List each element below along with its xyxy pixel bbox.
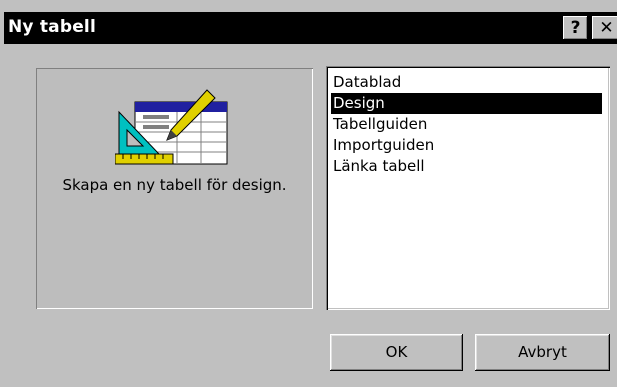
list-item-lanka-tabell[interactable]: Länka tabell xyxy=(331,156,425,177)
table-type-listbox[interactable]: Datablad Design Tabellguiden Importguide… xyxy=(326,66,610,310)
help-button[interactable]: ? xyxy=(563,16,588,40)
ok-button[interactable]: OK xyxy=(330,334,463,371)
list-item-datablad[interactable]: Datablad xyxy=(331,72,401,93)
close-button[interactable]: ✕ xyxy=(592,16,617,40)
preview-panel: Skapa en ny tabell för design. xyxy=(36,68,313,309)
table-design-icon xyxy=(115,89,228,165)
preview-caption: Skapa en ny tabell för design. xyxy=(62,176,287,194)
list-item-importguiden[interactable]: Importguiden xyxy=(331,135,434,156)
new-table-dialog: Ny tabell ? ✕ Skapa en ny tabell för des… xyxy=(0,0,617,387)
cancel-button[interactable]: Avbryt xyxy=(475,334,610,371)
list-item-design[interactable]: Design xyxy=(331,93,602,114)
title-bar: Ny tabell ? ✕ xyxy=(4,12,617,44)
window-title: Ny tabell xyxy=(8,17,96,37)
list-item-tabellguiden[interactable]: Tabellguiden xyxy=(331,114,427,135)
